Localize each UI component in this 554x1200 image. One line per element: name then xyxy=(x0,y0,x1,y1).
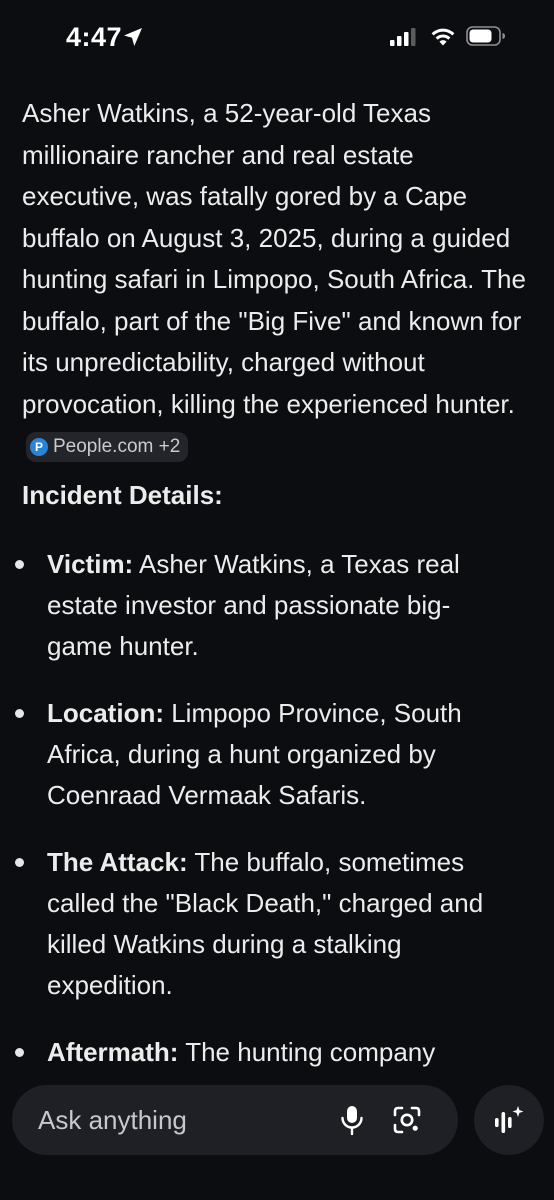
source-chip[interactable]: P People.com +2 xyxy=(26,432,189,462)
response-paragraph: Asher Watkins, a 52-year-old Texas milli… xyxy=(22,93,532,467)
voice-sparkle-icon xyxy=(495,1106,524,1133)
ask-pill[interactable] xyxy=(12,1085,458,1155)
status-time: 4:47 xyxy=(66,22,123,52)
detail-term: Location: xyxy=(47,698,164,728)
detail-term: The Attack: xyxy=(47,847,188,877)
list-item: Victim: Asher Watkins, a Texas real esta… xyxy=(0,544,512,667)
wifi-icon xyxy=(431,28,455,46)
live-voice-button[interactable] xyxy=(474,1085,544,1155)
list-item: Location: Limpopo Province, South Africa… xyxy=(0,693,512,816)
battery-icon xyxy=(466,26,505,46)
bullet-icon xyxy=(15,709,24,718)
intro-text: Asher Watkins, a 52-year-old Texas milli… xyxy=(22,98,526,419)
list-item: Aftermath: The hunting company described… xyxy=(0,1032,512,1080)
detail-term: Victim: xyxy=(47,549,134,579)
chat-response: Asher Watkins, a 52-year-old Texas milli… xyxy=(0,78,554,1080)
detail-term: Aftermath: xyxy=(47,1037,179,1067)
camera-lens-icon[interactable] xyxy=(392,1105,422,1135)
source-chip-label: People.com +2 xyxy=(53,436,181,457)
people-logo-icon: P xyxy=(30,438,48,456)
cellular-signal-icon xyxy=(390,28,416,46)
bullet-icon xyxy=(15,1048,24,1057)
status-bar: 4:47 xyxy=(0,0,554,78)
location-arrow-icon xyxy=(124,28,142,46)
microphone-icon[interactable] xyxy=(337,1104,367,1136)
ask-input[interactable] xyxy=(38,1102,328,1138)
list-item: The Attack: The buffalo, sometimes calle… xyxy=(0,842,512,1006)
bullet-icon xyxy=(15,560,24,569)
section-heading: Incident Details: xyxy=(22,480,223,510)
incident-details-list: Victim: Asher Watkins, a Texas real esta… xyxy=(0,544,554,1080)
input-bar xyxy=(0,1080,554,1200)
bullet-icon xyxy=(15,858,24,867)
